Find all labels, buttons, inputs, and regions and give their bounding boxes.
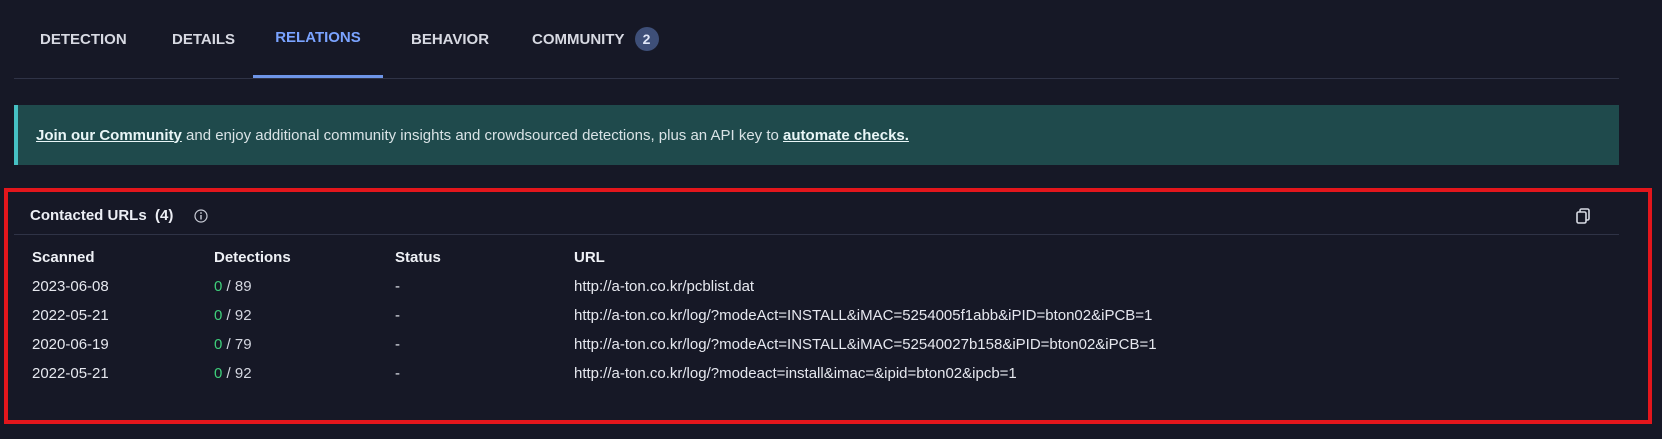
detections: 0 / 92	[214, 307, 252, 324]
section-title: Contacted URLs (4)	[30, 207, 174, 224]
tab-label: BEHAVIOR	[411, 30, 490, 48]
copy-icon[interactable]	[1576, 208, 1590, 229]
table-header-row: Scanned Detections Status URL	[14, 242, 1619, 272]
tab-community[interactable]: COMMUNITY 2	[528, 0, 663, 78]
tab-label: RELATIONS	[275, 29, 361, 46]
detections: 0 / 79	[214, 336, 252, 353]
scanned-date: 2022-05-21	[32, 364, 109, 382]
table-row[interactable]: 2022-05-21 0 / 92 - http://a-ton.co.kr/l…	[14, 300, 1619, 330]
tab-label: DETAILS	[172, 30, 236, 48]
table-row[interactable]: 2020-06-19 0 / 79 - http://a-ton.co.kr/l…	[14, 329, 1619, 359]
tab-behavior[interactable]: BEHAVIOR	[407, 0, 493, 78]
tab-detection[interactable]: DETECTION	[36, 0, 131, 78]
url-link[interactable]: http://a-ton.co.kr/log/?modeAct=INSTALL&…	[574, 336, 1157, 353]
detections-total: / 92	[222, 364, 252, 382]
automate-checks-link[interactable]: automate checks.	[783, 127, 909, 144]
tab-relations[interactable]: RELATIONS	[253, 0, 383, 78]
status: -	[395, 277, 400, 295]
tab-label: DETECTION	[40, 30, 127, 48]
detections: 0 / 89	[214, 278, 252, 295]
table-row[interactable]: 2022-05-21 0 / 92 - http://a-ton.co.kr/l…	[14, 358, 1619, 388]
community-count-badge: 2	[634, 27, 659, 51]
join-community-link[interactable]: Join our Community	[36, 127, 182, 144]
tab-details[interactable]: DETAILS	[168, 0, 239, 78]
scanned-date: 2020-06-19	[32, 335, 109, 353]
info-icon[interactable]	[194, 209, 208, 228]
status: -	[395, 335, 400, 353]
column-header-scanned: Scanned	[32, 248, 95, 266]
detections-total: / 79	[222, 335, 252, 353]
banner-text: and enjoy additional community insights …	[181, 126, 784, 144]
column-header-detections: Detections	[214, 248, 291, 266]
contacted-urls-section: Contacted URLs (4) Scanned Detections St…	[14, 197, 1619, 431]
scanned-date: 2023-06-08	[32, 277, 109, 295]
tab-bar: DETECTION DETAILS RELATIONS BEHAVIOR COM…	[14, 0, 1619, 79]
table-row[interactable]: 2023-06-08 0 / 89 - http://a-ton.co.kr/p…	[14, 271, 1619, 301]
community-banner: Join our Community and enjoy additional …	[14, 105, 1619, 165]
url-link[interactable]: http://a-ton.co.kr/log/?modeAct=INSTALL&…	[574, 307, 1152, 324]
status: -	[395, 364, 400, 382]
scanned-date: 2022-05-21	[32, 306, 109, 324]
section-header: Contacted URLs (4)	[14, 197, 1619, 235]
url-link[interactable]: http://a-ton.co.kr/pcblist.dat	[574, 278, 754, 295]
url-link[interactable]: http://a-ton.co.kr/log/?modeact=install&…	[574, 365, 1017, 382]
column-header-status: Status	[395, 248, 441, 266]
detections: 0 / 92	[214, 365, 252, 382]
column-header-url: URL	[574, 248, 605, 266]
tab-label: COMMUNITY	[532, 30, 625, 48]
detections-total: / 89	[222, 277, 252, 295]
detections-total: / 92	[222, 306, 252, 324]
status: -	[395, 306, 400, 324]
